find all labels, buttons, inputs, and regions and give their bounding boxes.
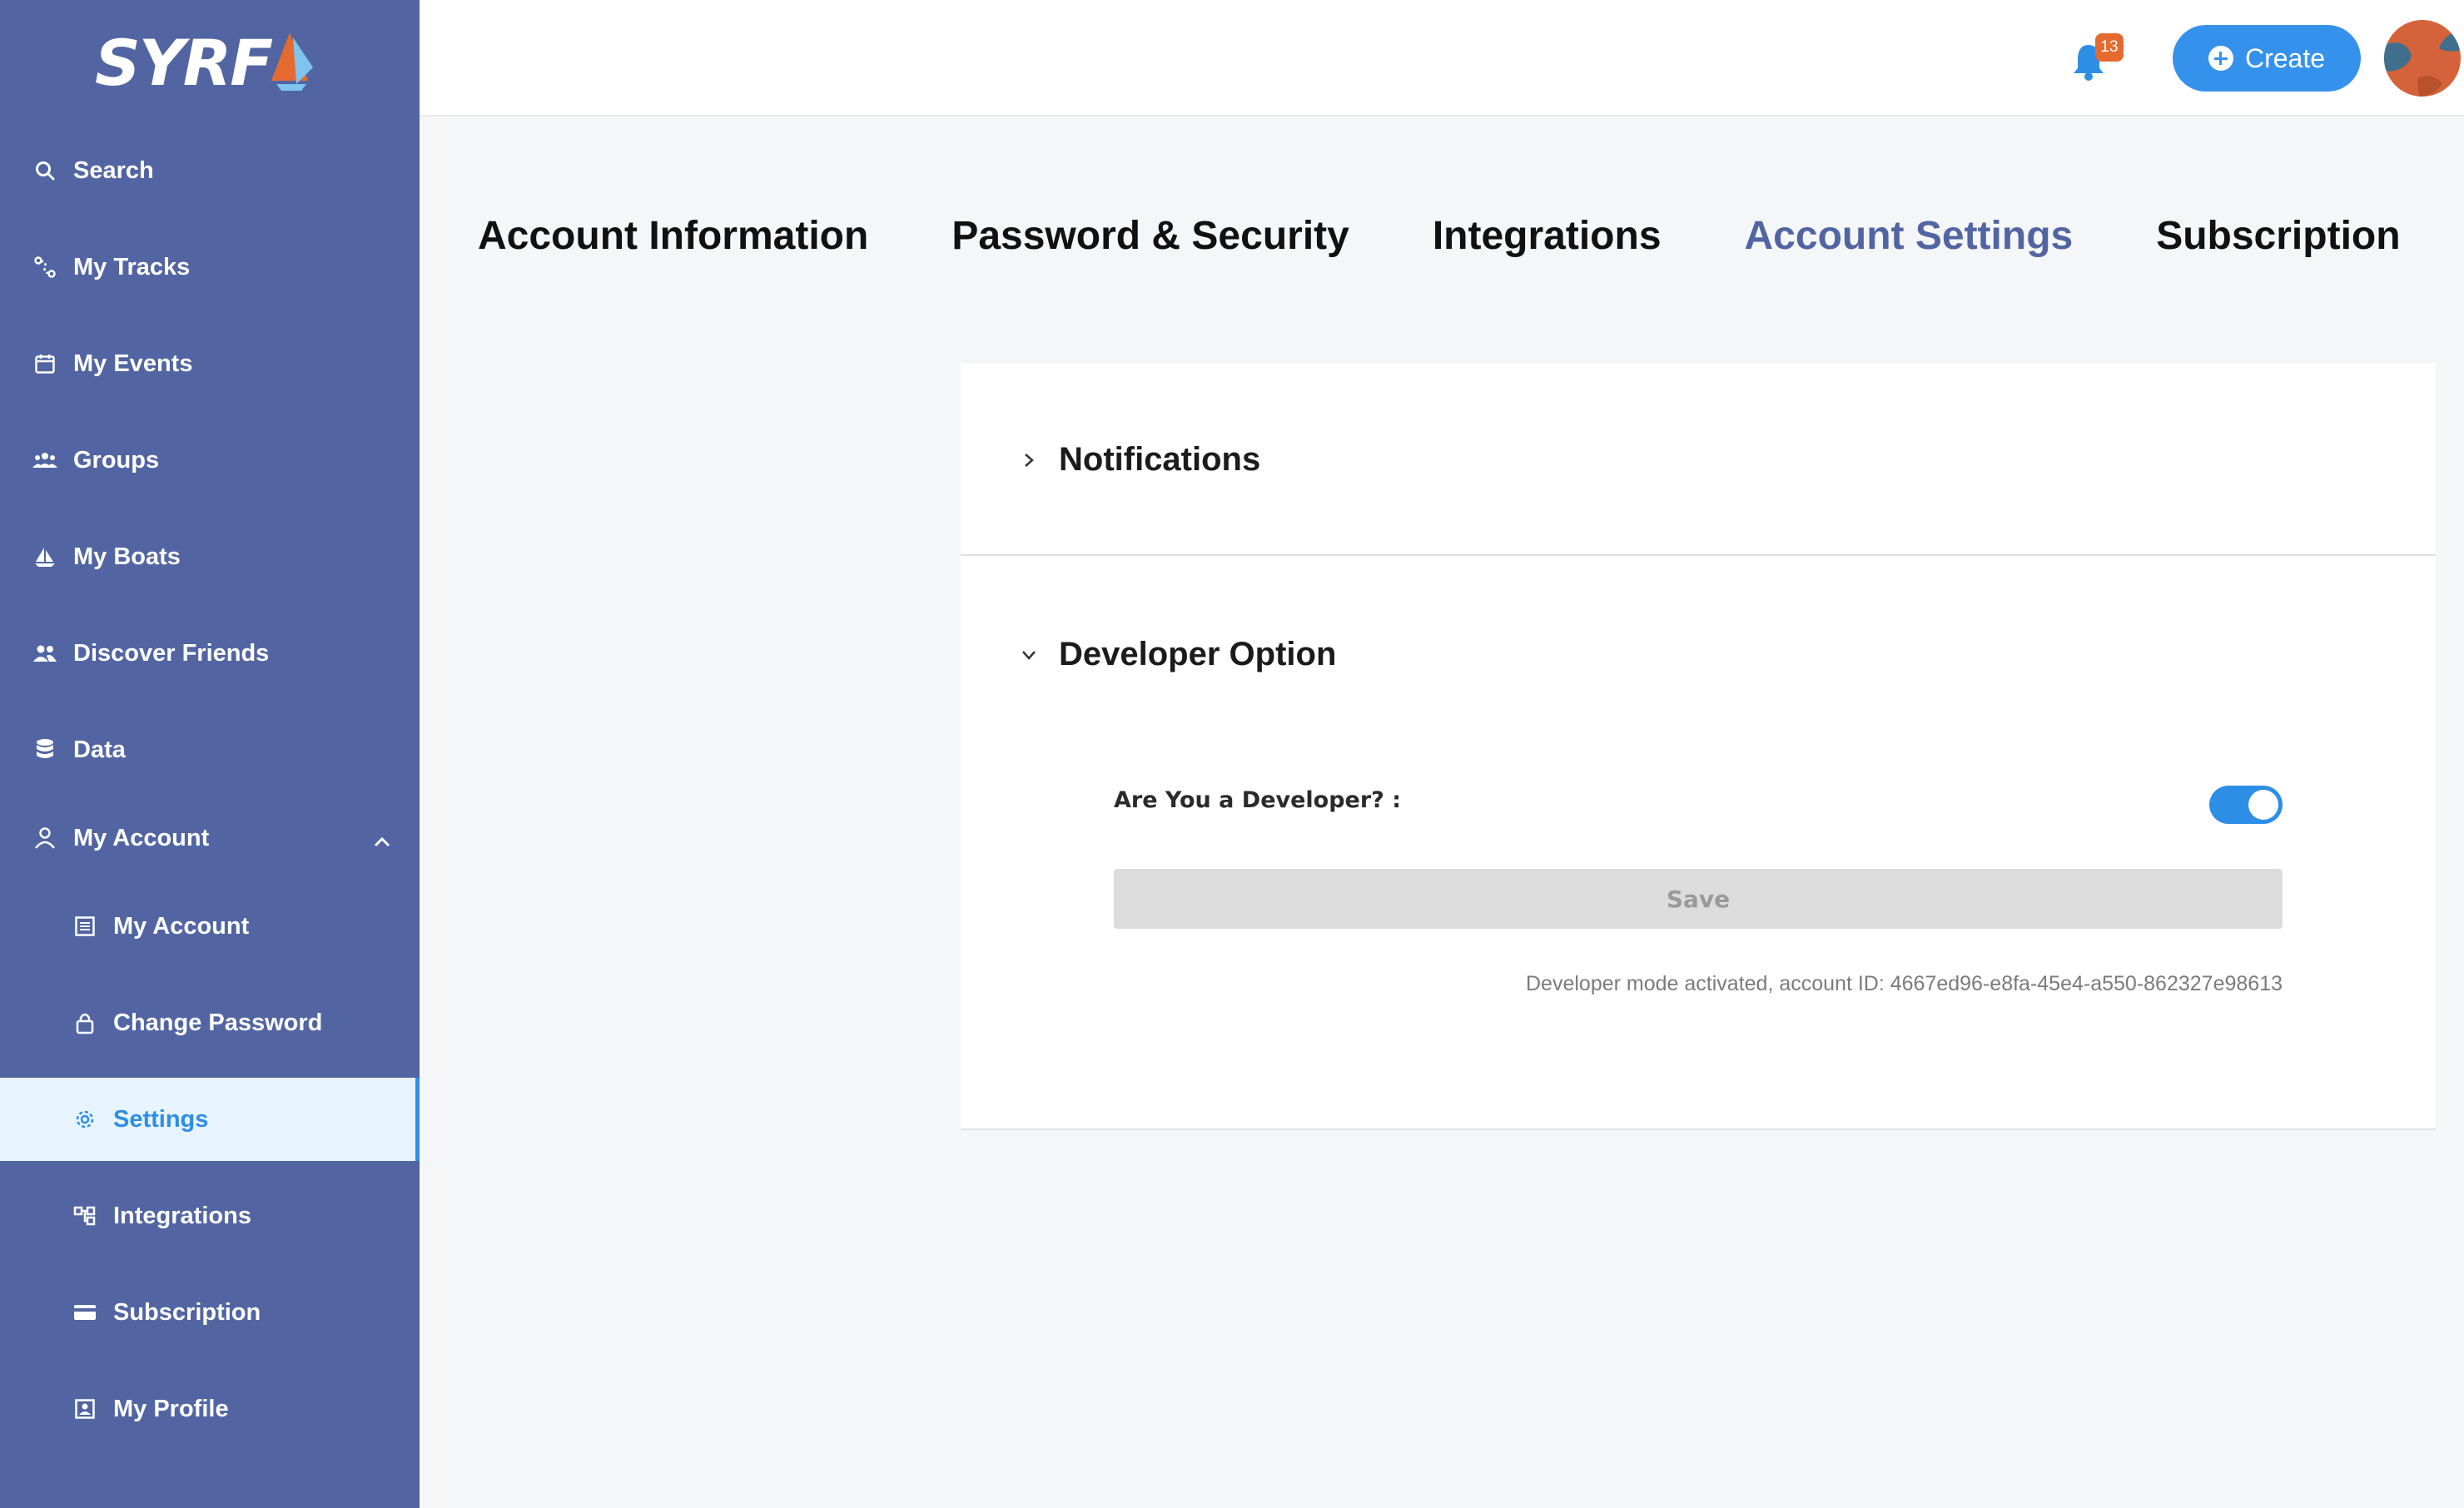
section-divider	[961, 1129, 2436, 1130]
developer-status-text: Developer mode activated, account ID: 46…	[1526, 972, 2283, 995]
sail-logo-icon	[271, 32, 314, 91]
sidebar-item-label: Subscription	[113, 1298, 261, 1326]
sidebar-item-label: My Events	[73, 350, 193, 377]
sidebar-item-label: Search	[73, 156, 154, 184]
sidebar-item-search[interactable]: Search	[0, 129, 420, 212]
sidebar-item-label: Discover Friends	[73, 639, 270, 667]
sidebar-item-my-events[interactable]: My Events	[0, 322, 420, 405]
sidebar-item-label: My Boats	[73, 543, 181, 570]
sidebar-subitem-subscription[interactable]: Subscription	[0, 1271, 420, 1354]
app-logo[interactable]: SYRF	[95, 25, 320, 100]
card-icon	[72, 1299, 98, 1326]
create-button[interactable]: Create	[2173, 25, 2361, 92]
plus-icon	[2208, 46, 2233, 71]
toggle-knob	[2248, 790, 2278, 820]
developer-option-accordion-header[interactable]: Developer Option	[1019, 636, 1336, 673]
sidebar-subitem-integrations[interactable]: Integrations	[0, 1174, 420, 1257]
settings-tabs: Account Information Password & Security …	[478, 213, 2401, 259]
database-icon	[32, 737, 58, 763]
developer-option-title: Developer Option	[1059, 636, 1337, 672]
lock-icon	[72, 1009, 98, 1036]
notifications-title: Notifications	[1059, 441, 1261, 478]
chevron-down-icon	[1019, 645, 1039, 665]
developer-toggle[interactable]	[2209, 786, 2283, 824]
sidebar-item-groups[interactable]: Groups	[0, 419, 420, 502]
create-button-label: Create	[2244, 42, 2326, 73]
friends-icon	[32, 640, 58, 667]
avatar[interactable]	[2384, 20, 2461, 97]
sidebar-subitem-my-profile[interactable]: My Profile	[0, 1367, 420, 1451]
sidebar-subitem-my-account[interactable]: My Account	[0, 885, 420, 968]
sidebar-item-label: My Tracks	[73, 253, 191, 280]
user-icon	[32, 825, 58, 851]
tab-account-information[interactable]: Account Information	[478, 213, 868, 259]
sidebar-item-label: Integrations	[113, 1202, 251, 1229]
calendar-icon	[32, 350, 58, 377]
profile-icon	[72, 1396, 98, 1422]
sidebar-item-label: Data	[73, 736, 126, 763]
sidebar-item-discover-friends[interactable]: Discover Friends	[0, 612, 420, 695]
chevron-right-icon	[1019, 450, 1039, 470]
integrations-icon	[72, 1203, 98, 1229]
sidebar-item-label: My Account	[113, 912, 250, 940]
settings-panel: Notifications Developer Option Are You a…	[961, 363, 2436, 1130]
notifications-accordion-header[interactable]: Notifications	[1019, 441, 1260, 479]
boat-icon	[32, 543, 58, 570]
sidebar-item-label: Groups	[73, 446, 160, 474]
chevron-up-icon[interactable]	[373, 830, 391, 857]
tab-account-settings[interactable]: Account Settings	[1745, 213, 2074, 259]
top-bar	[420, 0, 2464, 117]
sidebar-item-my-account[interactable]: My Account	[0, 796, 420, 880]
groups-icon	[32, 447, 58, 474]
sidebar-subitem-change-password[interactable]: Change Password	[0, 981, 420, 1064]
tab-password-security[interactable]: Password & Security	[951, 213, 1349, 259]
sidebar-item-label: My Account	[73, 824, 210, 851]
sidebar-item-label: My Profile	[113, 1395, 229, 1422]
sidebar-item-label: Settings	[113, 1105, 209, 1133]
sidebar-item-my-boats[interactable]: My Boats	[0, 515, 420, 598]
sidebar-item-data[interactable]: Data	[0, 708, 420, 791]
sidebar-item-my-tracks[interactable]: My Tracks	[0, 226, 420, 309]
tab-subscription[interactable]: Subscription	[2156, 213, 2400, 259]
search-icon	[32, 157, 58, 184]
sidebar: SYRF Search My Tracks My Events Groups M…	[0, 0, 420, 1508]
sidebar-subitem-settings[interactable]: Settings	[0, 1078, 420, 1161]
developer-question-label: Are You a Developer? :	[1114, 787, 1402, 813]
logo-text: SYRF	[95, 25, 273, 100]
section-divider	[961, 554, 2436, 556]
tracks-icon	[32, 254, 58, 280]
gear-icon	[72, 1106, 98, 1133]
tab-integrations[interactable]: Integrations	[1433, 213, 1662, 259]
sidebar-item-label: Change Password	[113, 1009, 323, 1036]
notification-count-badge: 13	[2095, 33, 2124, 62]
save-button[interactable]: Save	[1114, 869, 2283, 929]
account-details-icon	[72, 913, 98, 940]
